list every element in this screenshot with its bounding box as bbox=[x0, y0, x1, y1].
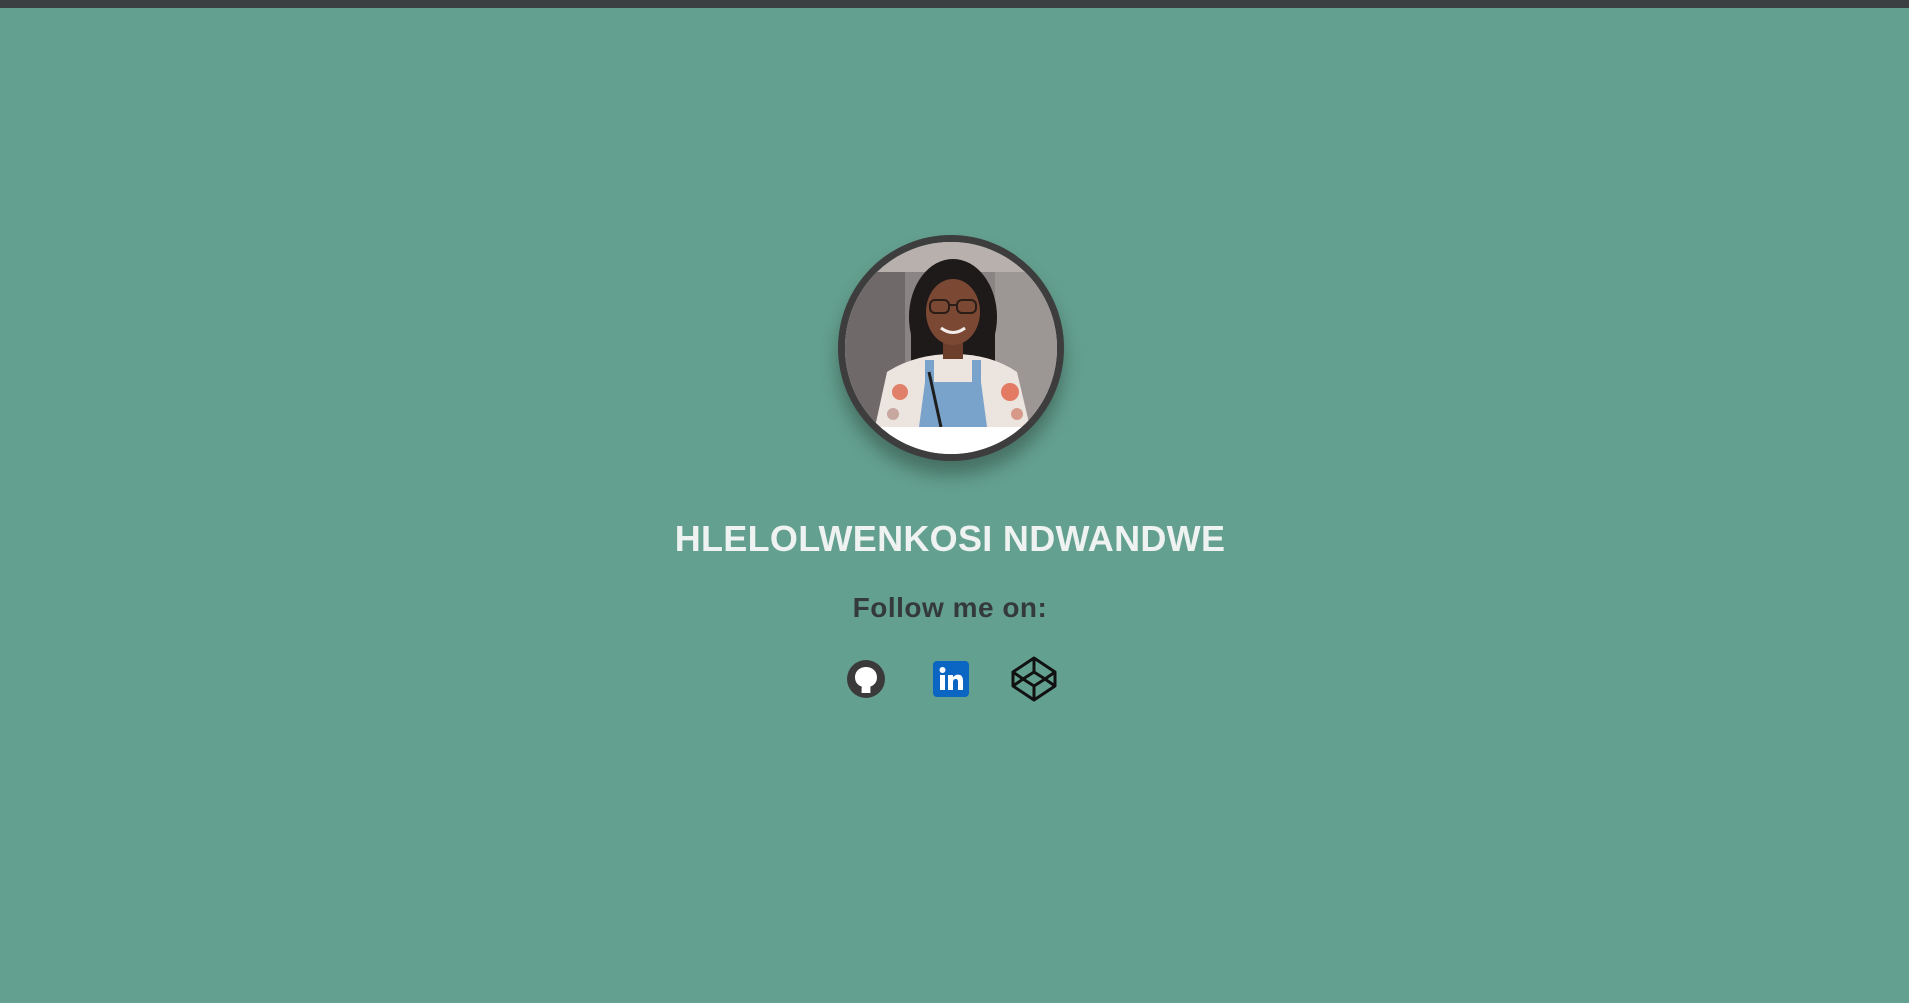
linkedin-link[interactable] bbox=[928, 656, 974, 702]
profile-photo bbox=[845, 242, 1057, 454]
codepen-link[interactable] bbox=[1010, 656, 1058, 702]
github-link[interactable] bbox=[843, 656, 889, 702]
profile-name: HLELOLWENKOSI NDWANDWE bbox=[674, 518, 1226, 559]
github-icon bbox=[846, 659, 886, 699]
top-bar bbox=[0, 0, 1909, 8]
linkedin-icon bbox=[933, 661, 969, 697]
codepen-icon bbox=[1010, 655, 1058, 703]
follow-label: Follow me on: bbox=[852, 592, 1048, 623]
avatar bbox=[838, 235, 1064, 461]
